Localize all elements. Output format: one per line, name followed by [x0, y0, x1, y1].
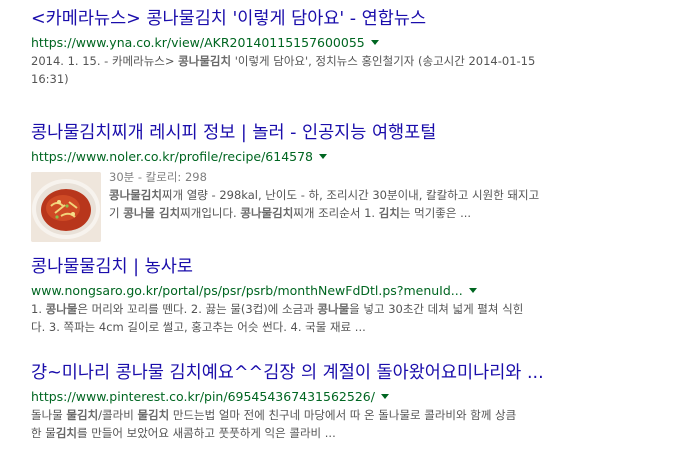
snippet-text: 2014. 1. 15. - 카메라뉴스>: [31, 54, 179, 68]
result-title-link[interactable]: 걍~미나리 콩나물 김치예요^^김장 의 계절이 돌아왔어요미나리와 ...: [31, 362, 679, 384]
snippet-text: 는 먹기좋은 ...: [399, 206, 472, 220]
result-url: https://www.yna.co.kr/view/AKR2014011515…: [31, 34, 365, 50]
snippet-text: 기: [109, 206, 124, 220]
snippet-line: 16:31): [31, 70, 679, 88]
chevron-down-icon[interactable]: [380, 394, 389, 399]
snippet-highlight: 물김치: [137, 408, 170, 422]
snippet-text: /콜라비: [98, 408, 138, 422]
chevron-down-icon[interactable]: [468, 288, 477, 293]
search-results: <카메라뉴스> 콩나물김치 '이렇게 담아요' - 연합뉴스 https://w…: [0, 0, 679, 442]
snippet-highlight: 김치: [55, 426, 77, 440]
result-url: https://www.pinterest.co.kr/pin/69545436…: [31, 388, 375, 404]
result-snippet: 1. 콩나물은 머리와 꼬리를 뗀다. 2. 끓는 물(3컵)에 소금과 콩나물…: [31, 300, 679, 336]
snippet-text: 을 넣고 30초간 데쳐 넓게 펼쳐 식힌: [349, 302, 524, 316]
result-body: 30분 - 칼로리: 298 콩나물김치찌개 열량 - 298kal, 난이도 …: [31, 168, 679, 242]
result-url-row: https://www.pinterest.co.kr/pin/69545436…: [31, 386, 679, 406]
stew-bowl-image: [31, 172, 101, 242]
snippet-line: 다. 3. 쪽파는 4cm 길이로 썰고, 홍고추는 어슷 썬다. 4. 국물 …: [31, 318, 679, 336]
snippet-line: 2014. 1. 15. - 카메라뉴스> 콩나물김치 '이렇게 담아요', 정…: [31, 52, 679, 70]
result-item: 콩나물물김치 | 농사로 www.nongsaro.go.kr/portal/p…: [31, 256, 679, 336]
snippet-text: 돌나물: [31, 408, 67, 422]
chevron-down-icon[interactable]: [370, 40, 379, 45]
result-meta: 30분 - 칼로리: 298: [109, 170, 207, 184]
result-url-row: https://www.yna.co.kr/view/AKR2014011515…: [31, 32, 679, 52]
snippet-text: 은 머리와 꼬리를 뗀다. 2. 끓는 물(3컵)에 소금과: [77, 302, 318, 316]
snippet-line: 기 콩나물 김치찌개입니다. 콩나물김치찌개 조리순서 1. 김치는 먹기좋은 …: [109, 204, 539, 222]
result-item: 콩나물김치찌개 레시피 정보 | 놀러 - 인공지능 여행포털 https://…: [31, 122, 679, 256]
result-title-link[interactable]: <카메라뉴스> 콩나물김치 '이렇게 담아요' - 연합뉴스: [31, 8, 679, 30]
snippet-text: 1.: [31, 302, 46, 316]
result-item: <카메라뉴스> 콩나물김치 '이렇게 담아요' - 연합뉴스 https://w…: [31, 8, 679, 104]
result-url: www.nongsaro.go.kr/portal/ps/psr/psrb/mo…: [31, 282, 463, 298]
snippet-text: 16:31): [31, 72, 69, 86]
snippet-highlight: 콩나물김치: [178, 54, 232, 68]
snippet-text: '이렇게 담아요', 정치뉴스 홍인철기자 (송고시간 2014-01-15: [231, 54, 536, 68]
snippet-line: 1. 콩나물은 머리와 꼬리를 뗀다. 2. 끓는 물(3컵)에 소금과 콩나물…: [31, 300, 679, 318]
snippet-highlight: 물김치: [66, 408, 99, 422]
snippet-text: 찌개 조리순서 1.: [293, 206, 379, 220]
result-url: https://www.noler.co.kr/profile/recipe/6…: [31, 148, 314, 164]
snippet-line: 돌나물 물김치/콜라비 물김치 만드는법 얼마 전에 친구네 마당에서 따 온 …: [31, 406, 679, 424]
result-item: 걍~미나리 콩나물 김치예요^^김장 의 계절이 돌아왔어요미나리와 ... h…: [31, 362, 679, 442]
result-snippet: 30분 - 칼로리: 298 콩나물김치찌개 열량 - 298kal, 난이도 …: [109, 168, 539, 242]
snippet-text: 찌개입니다.: [180, 206, 241, 220]
snippet-highlight: 콩나물: [317, 302, 350, 316]
snippet-highlight: 김치: [378, 206, 400, 220]
snippet-highlight: 콩나물: [45, 302, 78, 316]
snippet-highlight: 콩나물 김치: [123, 206, 181, 220]
result-url-row: www.nongsaro.go.kr/portal/ps/psr/psrb/mo…: [31, 280, 679, 300]
chevron-down-icon[interactable]: [319, 154, 328, 159]
result-title-link[interactable]: 콩나물물김치 | 농사로: [31, 256, 679, 278]
snippet-text: 한 물: [31, 426, 56, 440]
snippet-text: 를 만들어 보았어요 새콤하고 풋풋하게 익은 콜라비 ...: [77, 426, 336, 440]
snippet-highlight: 콩나물김치: [109, 188, 162, 202]
result-snippet: 돌나물 물김치/콜라비 물김치 만드는법 얼마 전에 친구네 마당에서 따 온 …: [31, 406, 679, 442]
snippet-text: 다. 3. 쪽파는 4cm 길이로 썰고, 홍고추는 어슷 썬다. 4. 국물 …: [31, 320, 366, 334]
snippet-line: 콩나물김치찌개 열량 - 298kal, 난이도 - 하, 조리시간 30분이내…: [109, 186, 539, 204]
result-snippet: 2014. 1. 15. - 카메라뉴스> 콩나물김치 '이렇게 담아요', 정…: [31, 52, 679, 88]
snippet-text: 찌개 열량 - 298kal, 난이도 - 하, 조리시간 30분이내, 칼칼하…: [161, 188, 540, 202]
result-url-row: https://www.noler.co.kr/profile/recipe/6…: [31, 146, 679, 166]
snippet-highlight: 콩나물김치: [240, 206, 294, 220]
recipe-thumbnail[interactable]: [31, 172, 101, 242]
result-title-link[interactable]: 콩나물김치찌개 레시피 정보 | 놀러 - 인공지능 여행포털: [31, 122, 679, 144]
snippet-line: 한 물김치를 만들어 보았어요 새콤하고 풋풋하게 익은 콜라비 ...: [31, 424, 679, 442]
snippet-text: 만드는법 얼마 전에 친구네 마당에서 따 온 돌나물로 콜라비와 함께 상큼: [169, 408, 517, 422]
